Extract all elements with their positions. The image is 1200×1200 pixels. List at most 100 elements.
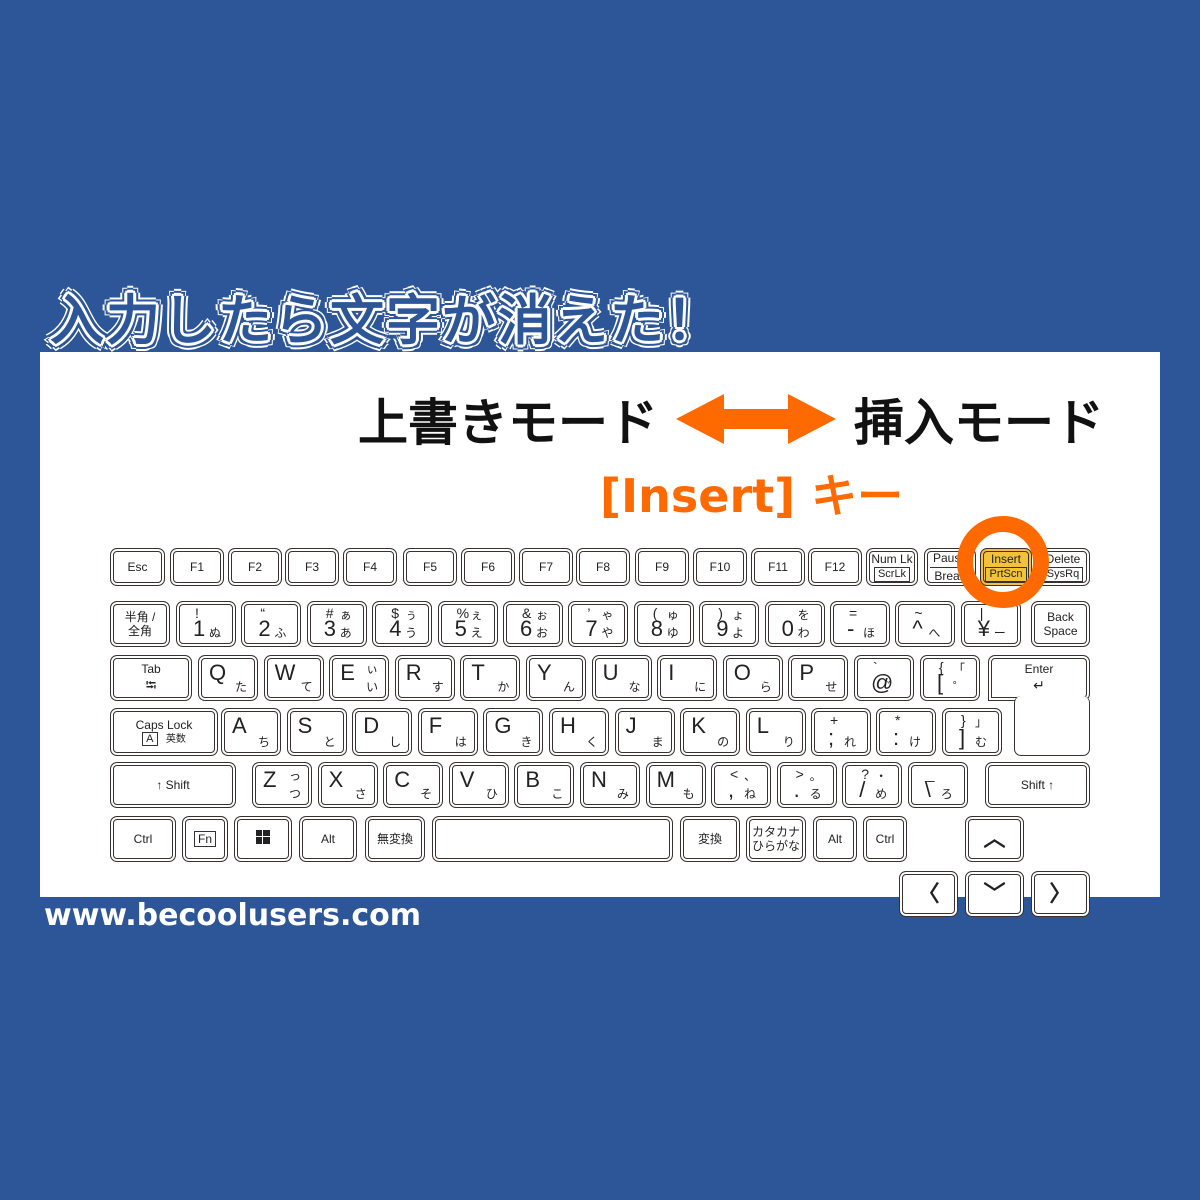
key-henkan[interactable]: 変換 (680, 816, 740, 862)
key-capslock[interactable]: Caps Lock A 英数 (110, 708, 218, 756)
key-alt-left[interactable]: Alt (299, 816, 357, 862)
key-arrow-left[interactable]: 〈 (899, 871, 958, 917)
key-n[interactable]: Nみ (580, 762, 640, 808)
key-arrow-right[interactable]: 〉 (1031, 871, 1090, 917)
key-kana-small: ・ (875, 769, 888, 783)
key-letter: X (328, 767, 344, 792)
key-4[interactable]: $ ぅ 4 う (372, 601, 433, 647)
key-minus[interactable]: = - ほ (830, 601, 890, 647)
key-period[interactable]: >。. る (776, 762, 837, 808)
key-a[interactable]: Aち (221, 708, 281, 756)
key-kana: ゆ (666, 625, 679, 640)
key-lbracket[interactable]: {「[゜ (920, 655, 980, 701)
key-backspace[interactable]: Back Space (1031, 601, 1090, 647)
key-label: F12 (824, 559, 846, 574)
key-i[interactable]: Iに (657, 655, 718, 701)
key-f9[interactable]: F9 (635, 548, 689, 586)
key-rbracket[interactable]: }」] む (942, 708, 1002, 756)
key-colon[interactable]: *: け (876, 708, 936, 756)
key-8[interactable]: (ゅ 8 ゆ (633, 601, 694, 647)
key-r[interactable]: Rす (394, 655, 455, 701)
key-katakana[interactable]: カタカナ ひらがな (746, 816, 806, 862)
key-1[interactable]: ! 1 ぬ (176, 601, 236, 647)
key-5[interactable]: % ぇ 5 え (437, 601, 498, 647)
key-hankaku[interactable]: 半角 / 全角 (110, 601, 170, 647)
key-m[interactable]: Mも (645, 762, 706, 808)
key-f7[interactable]: F7 (519, 548, 573, 586)
key-f5[interactable]: F5 (403, 548, 457, 586)
key-numlk[interactable]: Num Lk ScrLk (866, 548, 918, 586)
key-arrow-down[interactable]: ﹀ (965, 871, 1024, 917)
key-l[interactable]: Lり (745, 708, 806, 756)
key-fn[interactable]: Fn (182, 816, 228, 862)
key-d[interactable]: Dし (352, 708, 413, 756)
key-kana: と (323, 734, 336, 749)
key-0[interactable]: を0わ (764, 601, 825, 647)
key-label: Ctrl (133, 831, 153, 846)
key-backslash[interactable]: _ \ ろ (907, 762, 968, 808)
key-b[interactable]: Bこ (514, 762, 575, 808)
key-j[interactable]: Jま (614, 708, 675, 756)
key-o[interactable]: Oら (722, 655, 783, 701)
key-f3[interactable]: F3 (285, 548, 339, 586)
key-f11[interactable]: F11 (751, 548, 805, 586)
key-s[interactable]: Sと (286, 708, 347, 756)
key-7[interactable]: ’ ゃ 7 や (568, 601, 629, 647)
key-esc[interactable]: Esc (110, 548, 165, 586)
key-k[interactable]: Kの (680, 708, 741, 756)
key-y[interactable]: Yん (526, 655, 586, 701)
key-f12[interactable]: F12 (808, 548, 862, 586)
key-comma[interactable]: <、, ね (711, 762, 771, 808)
key-f[interactable]: Fは (417, 708, 478, 756)
key-f1[interactable]: F1 (170, 548, 224, 586)
key-6[interactable]: & ぉ 6 お (503, 601, 563, 647)
key-kana: り (782, 734, 795, 749)
key-ctrl-left[interactable]: Ctrl (110, 816, 176, 862)
key-c[interactable]: Cそ (383, 762, 444, 808)
windows-logo-icon (256, 830, 270, 847)
key-v[interactable]: Vひ (448, 762, 509, 808)
key-kana: の (717, 734, 730, 749)
key-¥[interactable]: | ¥ ー (960, 601, 1021, 647)
key-x[interactable]: Xさ (317, 762, 378, 808)
key-q[interactable]: Qた (198, 655, 258, 701)
key-tab[interactable]: Tab ⭾ (110, 655, 192, 701)
key-3[interactable]: # ぁ 3 あ (306, 601, 367, 647)
key-alt-right[interactable]: Alt (813, 816, 857, 862)
key-w[interactable]: Wて (263, 655, 324, 701)
key-^[interactable]: ~ ^ へ (895, 601, 956, 647)
key-enter-lower[interactable] (1014, 696, 1090, 756)
key-p[interactable]: Pせ (788, 655, 849, 701)
key-windows[interactable] (234, 816, 292, 862)
website-url[interactable]: www.becoolusers.com (44, 898, 421, 933)
key-arrow-up[interactable]: ︿ (965, 816, 1024, 862)
key-letter: I (668, 660, 675, 685)
key-e[interactable]: Eぃい (329, 655, 390, 701)
key-2[interactable]: “2 ふ (241, 601, 302, 647)
key-g[interactable]: Gき (483, 708, 544, 756)
key-h[interactable]: Hく (549, 708, 609, 756)
key-at[interactable]: ` @ ゛ (854, 655, 914, 701)
key-u[interactable]: Uな (591, 655, 652, 701)
key-number: 6 (520, 615, 533, 641)
key-f4[interactable]: F4 (343, 548, 397, 586)
key-enter[interactable]: Enter ↵ (988, 655, 1090, 701)
key-muhenkan[interactable]: 無変換 (365, 816, 425, 862)
key-shift-left[interactable]: ↑ Shift (110, 762, 236, 808)
double-arrow-icon (676, 394, 836, 444)
key-slash[interactable]: ? ・ / め (842, 762, 903, 808)
key-symbol: / (859, 776, 866, 802)
key-ctrl-right[interactable]: Ctrl (863, 816, 907, 862)
key-t[interactable]: Tか (460, 655, 521, 701)
key-semicolon[interactable]: +; れ (811, 708, 871, 756)
key-shift-right[interactable]: Shift ↑ (985, 762, 1090, 808)
key-f2[interactable]: F2 (228, 548, 282, 586)
key-z[interactable]: Zっつ (252, 762, 312, 808)
key-f6[interactable]: F6 (461, 548, 515, 586)
key-f10[interactable]: F10 (693, 548, 747, 586)
key-f8[interactable]: F8 (576, 548, 630, 586)
key-kana: も (682, 786, 695, 801)
key-space[interactable] (432, 816, 673, 862)
key-label: F3 (304, 559, 319, 574)
key-9[interactable]: ) ょ 9 よ (699, 601, 760, 647)
